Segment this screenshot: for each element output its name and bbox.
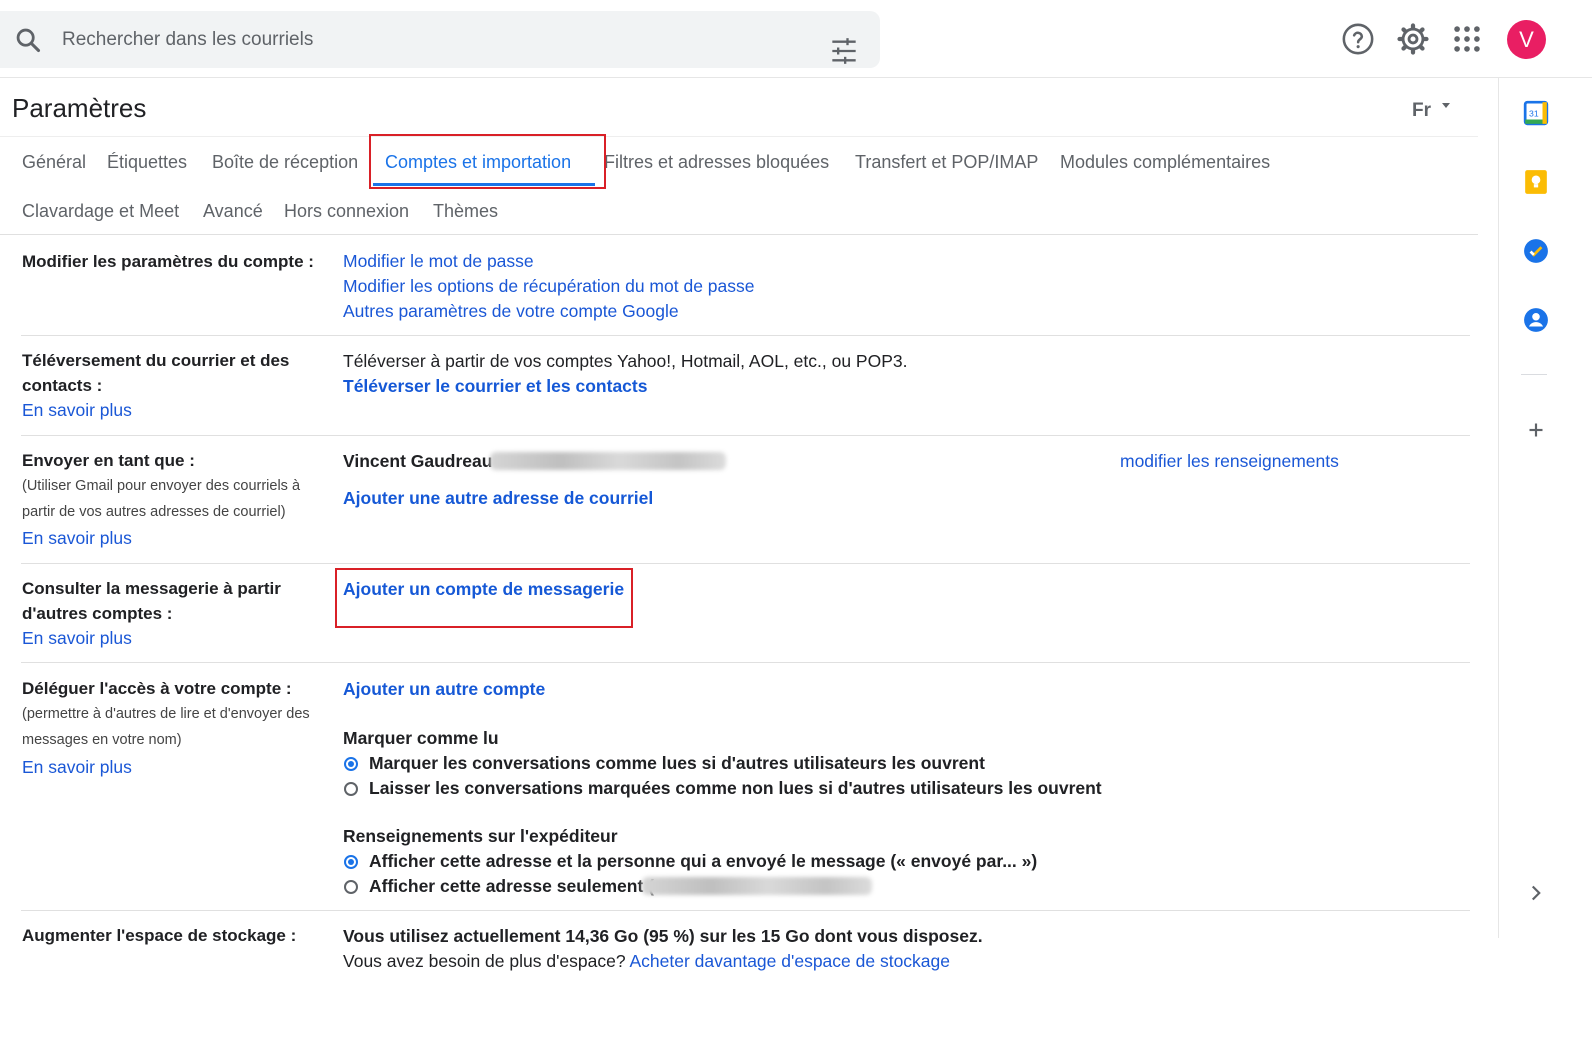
delegate-description: (permettre à d'autres de lire et d'envoy… <box>22 701 310 753</box>
tab-inbox[interactable]: Boîte de réception <box>212 152 358 173</box>
sender-info-radio-1[interactable] <box>344 855 358 869</box>
side-panel: 31 <box>1498 78 1592 938</box>
add-email-address-link[interactable]: Ajouter une autre adresse de courriel <box>343 488 653 509</box>
sender-name: Vincent Gaudreau <box>343 451 493 471</box>
highlight-box-tab <box>369 134 606 189</box>
filter-options-icon[interactable] <box>830 37 858 65</box>
row-divider <box>21 662 1470 663</box>
send-as-label: Envoyer en tant que : <box>22 451 195 470</box>
edit-info-link[interactable]: modifier les renseignements <box>1120 451 1339 472</box>
tab-filters[interactable]: Filtres et adresses bloquées <box>604 152 829 173</box>
send-as-learn-more-link[interactable]: En savoir plus <box>22 528 132 549</box>
header-divider <box>0 136 1478 137</box>
side-panel-divider <box>1521 374 1547 375</box>
redacted-email <box>490 452 726 470</box>
delegate-label: Déléguer l'accès à votre compte : <box>22 679 292 698</box>
import-label-line1: Téléversement du courrier et des <box>22 351 290 370</box>
delegate-desc-line1: (permettre à d'autres de lire et d'envoy… <box>22 706 310 722</box>
sender-info-option-1[interactable]: Afficher cette adresse et la personne qu… <box>369 851 1037 872</box>
gear-icon[interactable] <box>1396 22 1430 56</box>
storage-question: Vous avez besoin de plus d'espace? <box>343 951 626 971</box>
send-as-desc-line2: partir de vos autres adresses de courrie… <box>22 504 286 520</box>
tab-labels[interactable]: Étiquettes <box>107 152 187 173</box>
tab-general[interactable]: Général <box>22 152 86 173</box>
import-description: Téléverser à partir de vos comptes Yahoo… <box>343 351 908 371</box>
storage-label: Augmenter l'espace de stockage : <box>22 926 297 945</box>
account-settings-label: Modifier les paramètres du compte : <box>22 252 314 271</box>
page-title: Paramètres <box>12 93 147 123</box>
tab-advanced[interactable]: Avancé <box>203 201 263 222</box>
storage-need-more-text: Vous avez besoin de plus d'espace? Achet… <box>343 951 950 972</box>
input-tools-toggle[interactable]: Fr <box>1412 100 1431 122</box>
avatar[interactable]: V <box>1507 20 1546 59</box>
contacts-icon[interactable] <box>1523 307 1549 333</box>
chevron-right-icon[interactable] <box>1523 880 1549 906</box>
delegate-desc-line2: messages en votre nom) <box>22 732 182 748</box>
tab-chat-meet[interactable]: Clavardage et Meet <box>22 201 179 222</box>
sender-info-radio-2[interactable] <box>344 880 358 894</box>
search-icon[interactable] <box>14 26 42 54</box>
import-label-line2: contacts : <box>22 376 103 395</box>
tab-themes[interactable]: Thèmes <box>433 201 498 222</box>
top-bar: V <box>0 0 1592 78</box>
chevron-down-icon[interactable] <box>1442 103 1450 108</box>
search-input[interactable] <box>62 25 762 55</box>
buy-storage-link[interactable]: Acheter davantage d'espace de stockage <box>629 951 950 971</box>
send-as-desc-line1: (Utiliser Gmail pour envoyer des courrie… <box>22 478 301 494</box>
mark-read-option-1[interactable]: Marquer les conversations comme lues si … <box>369 753 985 774</box>
search-bar <box>0 11 880 68</box>
row-divider <box>21 335 1470 336</box>
row-divider <box>21 435 1470 436</box>
import-mail-contacts-link[interactable]: Téléverser le courrier et les contacts <box>343 376 647 397</box>
mark-read-option-2[interactable]: Laisser les conversations marquées comme… <box>369 778 1102 799</box>
mark-read-radio-2[interactable] <box>344 782 358 796</box>
delegate-learn-more-link[interactable]: En savoir plus <box>22 757 132 778</box>
check-mail-learn-more-link[interactable]: En savoir plus <box>22 628 132 649</box>
google-account-settings-link[interactable]: Autres paramètres de votre compte Google <box>343 301 679 322</box>
change-recovery-link[interactable]: Modifier les options de récupération du … <box>343 276 755 297</box>
highlight-box-add-account <box>335 568 633 628</box>
mark-read-radio-1[interactable] <box>344 757 358 771</box>
send-as-description: (Utiliser Gmail pour envoyer des courrie… <box>22 473 300 525</box>
check-mail-label-line2: d'autres comptes : <box>22 604 173 623</box>
tabs-divider <box>0 234 1478 235</box>
sender-info-option-2[interactable]: Afficher cette adresse seulement ( <box>369 876 654 897</box>
keep-icon[interactable] <box>1523 169 1549 195</box>
storage-usage-text: Vous utilisez actuellement 14,36 Go (95 … <box>343 926 983 946</box>
mark-read-title: Marquer comme lu <box>343 728 499 748</box>
calendar-icon[interactable]: 31 <box>1523 100 1549 126</box>
import-label: Téléversement du courrier et des contacts… <box>22 348 289 398</box>
svg-text:31: 31 <box>1529 108 1539 118</box>
add-delegate-link[interactable]: Ajouter un autre compte <box>343 679 545 700</box>
row-divider <box>21 563 1470 564</box>
row-divider <box>21 910 1470 911</box>
tasks-icon[interactable] <box>1523 238 1549 264</box>
apps-grid-icon[interactable] <box>1450 22 1484 56</box>
tab-offline[interactable]: Hors connexion <box>284 201 409 222</box>
redacted-email <box>642 877 872 895</box>
sender-info-title: Renseignements sur l'expéditeur <box>343 826 618 846</box>
check-mail-label: Consulter la messagerie à partir d'autres… <box>22 576 281 626</box>
import-learn-more-link[interactable]: En savoir plus <box>22 400 132 421</box>
change-password-link[interactable]: Modifier le mot de passe <box>343 251 534 272</box>
add-addon-icon[interactable] <box>1523 417 1549 443</box>
help-icon[interactable] <box>1341 22 1375 56</box>
check-mail-label-line1: Consulter la messagerie à partir <box>22 579 281 598</box>
tab-forwarding[interactable]: Transfert et POP/IMAP <box>855 152 1038 173</box>
tab-addons[interactable]: Modules complémentaires <box>1060 152 1270 173</box>
